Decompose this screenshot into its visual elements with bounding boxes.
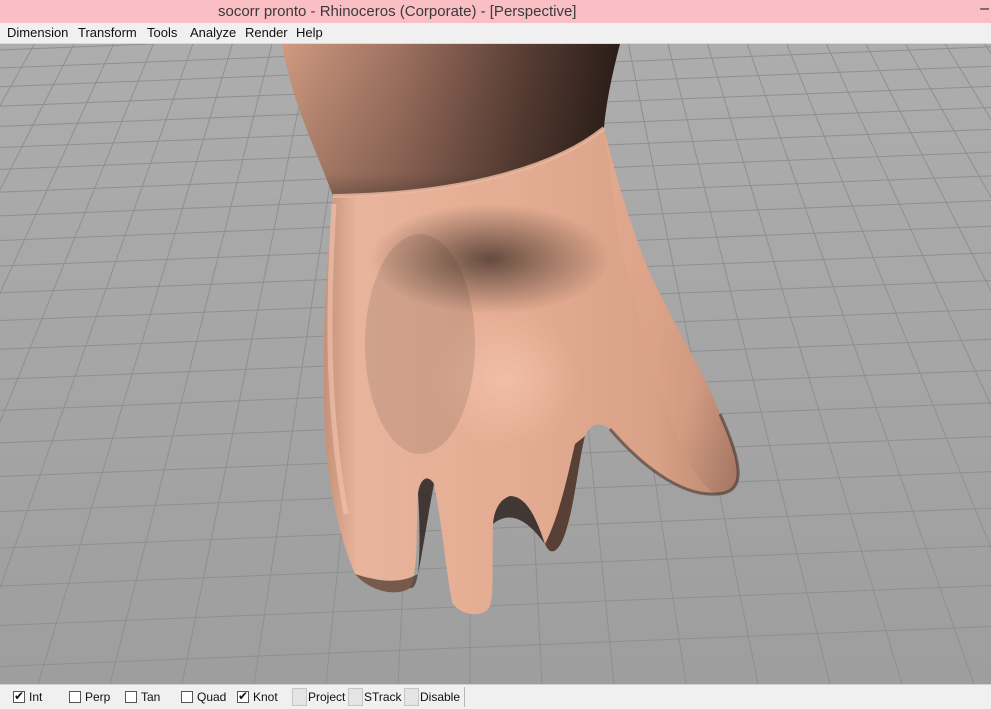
- menu-dimension[interactable]: Dimension: [7, 25, 68, 40]
- osnap-quad-checkbox[interactable]: [181, 691, 193, 703]
- osnap-knot-checkbox[interactable]: [237, 689, 249, 703]
- toggle-strack-label: STrack: [364, 690, 402, 704]
- osnap-int[interactable]: Int: [13, 688, 42, 706]
- perspective-viewport[interactable]: [0, 44, 991, 684]
- title-bar: socorr pronto - Rhinoceros (Corporate) -…: [0, 0, 991, 23]
- osnap-perp-label: Perp: [85, 690, 111, 704]
- viewport-canvas[interactable]: [0, 44, 991, 684]
- toggle-project[interactable]: Project: [292, 688, 345, 706]
- osnap-perp-checkbox[interactable]: [69, 691, 81, 703]
- window-title: socorr pronto - Rhinoceros (Corporate) -…: [218, 3, 577, 20]
- menu-bar: Dimension Transform Tools Analyze Render…: [0, 23, 991, 44]
- toggle-strack[interactable]: STrack: [348, 688, 402, 706]
- palm-side-shadow: [365, 234, 475, 454]
- menu-analyze[interactable]: Analyze: [190, 25, 236, 40]
- osnap-int-checkbox[interactable]: [13, 689, 25, 703]
- osnap-tan-checkbox[interactable]: [125, 691, 137, 703]
- toggle-project-label: Project: [308, 690, 346, 704]
- toggle-disable-label: Disable: [420, 690, 461, 704]
- menu-render[interactable]: Render: [245, 25, 288, 40]
- toggle-disable[interactable]: Disable: [404, 688, 460, 706]
- minimize-button[interactable]: –: [980, 0, 989, 18]
- menu-help[interactable]: Help: [296, 25, 323, 40]
- osnap-quad[interactable]: Quad: [181, 688, 226, 706]
- osnap-perp[interactable]: Perp: [69, 688, 110, 706]
- osnap-int-label: Int: [29, 690, 43, 704]
- menu-tools[interactable]: Tools: [147, 25, 177, 40]
- project-toggle-box[interactable]: [292, 688, 307, 706]
- osnap-knot-label: Knot: [253, 690, 278, 704]
- status-bar: Int Perp Tan Quad Knot Project STrack Di…: [0, 684, 991, 709]
- osnap-quad-label: Quad: [197, 690, 227, 704]
- osnap-tan[interactable]: Tan: [125, 688, 160, 706]
- strack-toggle-box[interactable]: [348, 688, 363, 706]
- osnap-knot[interactable]: Knot: [237, 688, 278, 706]
- osnap-tan-label: Tan: [141, 690, 161, 704]
- status-separator: [464, 687, 465, 707]
- menu-transform[interactable]: Transform: [78, 25, 137, 40]
- disable-toggle-box[interactable]: [404, 688, 419, 706]
